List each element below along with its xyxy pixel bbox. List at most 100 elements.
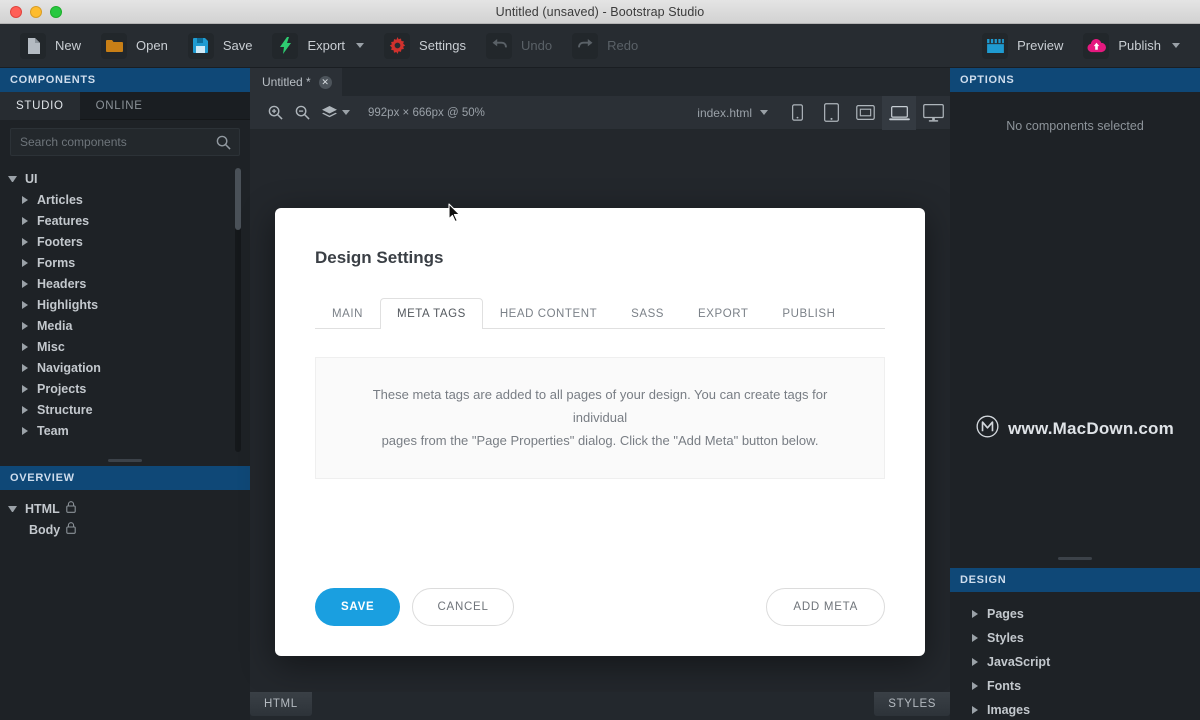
close-window-button[interactable] — [10, 6, 22, 18]
design-settings-dialog: Design Settings MAIN META TAGS HEAD CONT… — [275, 208, 925, 656]
tab-sass[interactable]: SASS — [614, 298, 681, 329]
tree-item-label: UI — [25, 171, 38, 186]
chevron-right-icon — [22, 237, 28, 246]
zoom-in-icon[interactable] — [262, 105, 289, 120]
tab-head-content[interactable]: HEAD CONTENT — [483, 298, 614, 329]
design-item-images[interactable]: Images — [950, 698, 1200, 720]
preview-label: Preview — [1017, 38, 1064, 53]
open-button[interactable]: Open — [91, 26, 178, 66]
redo-button[interactable]: Redo — [562, 26, 648, 66]
minimize-window-button[interactable] — [30, 6, 42, 18]
redo-label: Redo — [607, 38, 639, 53]
watermark-text: www.MacDown.com — [1008, 419, 1174, 438]
tree-item-forms[interactable]: Forms — [0, 252, 250, 273]
window-controls — [10, 6, 62, 18]
export-button[interactable]: Export — [262, 26, 374, 66]
maximize-window-button[interactable] — [50, 6, 62, 18]
device-phone-button[interactable] — [780, 96, 814, 130]
meta-tags-info-box: These meta tags are added to all pages o… — [315, 357, 885, 480]
search-container — [0, 120, 250, 162]
chevron-right-icon — [22, 384, 28, 393]
dialog-tabs: MAIN META TAGS HEAD CONTENT SASS EXPORT … — [315, 298, 885, 329]
save-button[interactable]: Save — [178, 26, 263, 66]
tree-item-structure[interactable]: Structure — [0, 399, 250, 420]
tree-item-ui[interactable]: UI — [0, 168, 250, 189]
chevron-right-icon — [22, 195, 28, 204]
document-tab-untitled[interactable]: Untitled * ✕ — [250, 68, 342, 96]
preview-button[interactable]: Preview — [972, 26, 1073, 66]
tree-item-headers[interactable]: Headers — [0, 273, 250, 294]
save-button[interactable]: SAVE — [315, 588, 401, 626]
device-desktop-button[interactable] — [916, 96, 950, 130]
gear-icon — [384, 32, 411, 59]
editor-canvas-area: Untitled * ✕ 992px × 666px @ 50% index.h… — [250, 68, 950, 720]
zoom-out-icon[interactable] — [289, 105, 316, 120]
add-meta-button[interactable]: ADD META — [766, 588, 885, 626]
device-laptop-button[interactable] — [882, 95, 916, 130]
chevron-down-icon[interactable] — [356, 43, 365, 48]
search-input[interactable] — [11, 135, 239, 149]
chevron-right-icon — [972, 658, 978, 666]
close-icon[interactable]: ✕ — [318, 75, 332, 89]
tab-export[interactable]: EXPORT — [681, 298, 765, 329]
design-item-pages[interactable]: Pages — [950, 602, 1200, 626]
scrollbar-thumb[interactable] — [235, 168, 241, 230]
panel-resize-handle[interactable] — [0, 454, 250, 466]
tree-item-label: Structure — [37, 402, 93, 417]
file-icon — [20, 32, 46, 59]
search-icon[interactable] — [216, 135, 231, 155]
device-tablet-button[interactable] — [814, 96, 848, 130]
new-button[interactable]: New — [10, 26, 91, 66]
bottom-tab-html[interactable]: HTML — [250, 692, 312, 716]
right-panel-resize-handle[interactable] — [950, 552, 1200, 564]
overview-item-html[interactable]: HTML — [0, 498, 250, 519]
folder-icon — [101, 32, 128, 59]
chevron-down-icon[interactable] — [1172, 43, 1180, 48]
settings-label: Settings — [419, 38, 467, 53]
tab-main[interactable]: MAIN — [315, 298, 380, 329]
chevron-right-icon — [22, 405, 28, 414]
chevron-right-icon — [972, 634, 978, 642]
undo-label: Undo — [521, 38, 553, 53]
page-select[interactable]: index.html — [685, 106, 780, 120]
publish-button[interactable]: Publish — [1073, 26, 1190, 66]
publish-label: Publish — [1118, 38, 1161, 53]
design-item-label: Images — [987, 703, 1031, 717]
overview-item-label: Body — [29, 522, 61, 537]
tree-item-articles[interactable]: Articles — [0, 189, 250, 210]
tab-online[interactable]: ONLINE — [80, 92, 159, 120]
chevron-right-icon — [972, 706, 978, 714]
cancel-button[interactable]: CANCEL — [412, 588, 514, 626]
bottom-tab-styles[interactable]: STYLES — [874, 692, 950, 716]
settings-button[interactable]: Settings — [374, 26, 476, 66]
search-box[interactable] — [10, 128, 240, 156]
tab-publish[interactable]: PUBLISH — [765, 298, 852, 329]
tree-item-footers[interactable]: Footers — [0, 231, 250, 252]
tree-item-media[interactable]: Media — [0, 315, 250, 336]
tree-item-misc[interactable]: Misc — [0, 336, 250, 357]
design-item-label: Styles — [987, 631, 1024, 645]
components-sidebar: COMPONENTS STUDIO ONLINE UI Articles Fea… — [0, 68, 250, 720]
tree-item-highlights[interactable]: Highlights — [0, 294, 250, 315]
tab-meta-tags[interactable]: META TAGS — [379, 298, 483, 329]
design-item-styles[interactable]: Styles — [950, 626, 1200, 650]
tree-item-navigation[interactable]: Navigation — [0, 357, 250, 378]
design-item-javascript[interactable]: JavaScript — [950, 650, 1200, 674]
chevron-right-icon — [22, 300, 28, 309]
dialog-title: Design Settings — [315, 248, 444, 267]
components-scrollbar[interactable] — [235, 168, 241, 452]
overview-panel-header: OVERVIEW — [0, 466, 250, 490]
chevron-down-icon[interactable] — [760, 110, 768, 115]
tree-item-features[interactable]: Features — [0, 210, 250, 231]
undo-button[interactable]: Undo — [476, 26, 562, 66]
tree-item-projects[interactable]: Projects — [0, 378, 250, 399]
chevron-down-icon[interactable] — [342, 110, 350, 115]
export-label: Export — [307, 38, 346, 53]
lock-icon — [66, 522, 76, 537]
tree-item-team[interactable]: Team — [0, 420, 250, 441]
device-small-screen-button[interactable] — [848, 96, 882, 130]
overview-item-body[interactable]: Body — [0, 519, 250, 540]
tab-studio[interactable]: STUDIO — [0, 92, 80, 120]
design-item-fonts[interactable]: Fonts — [950, 674, 1200, 698]
layers-icon[interactable] — [316, 105, 356, 120]
